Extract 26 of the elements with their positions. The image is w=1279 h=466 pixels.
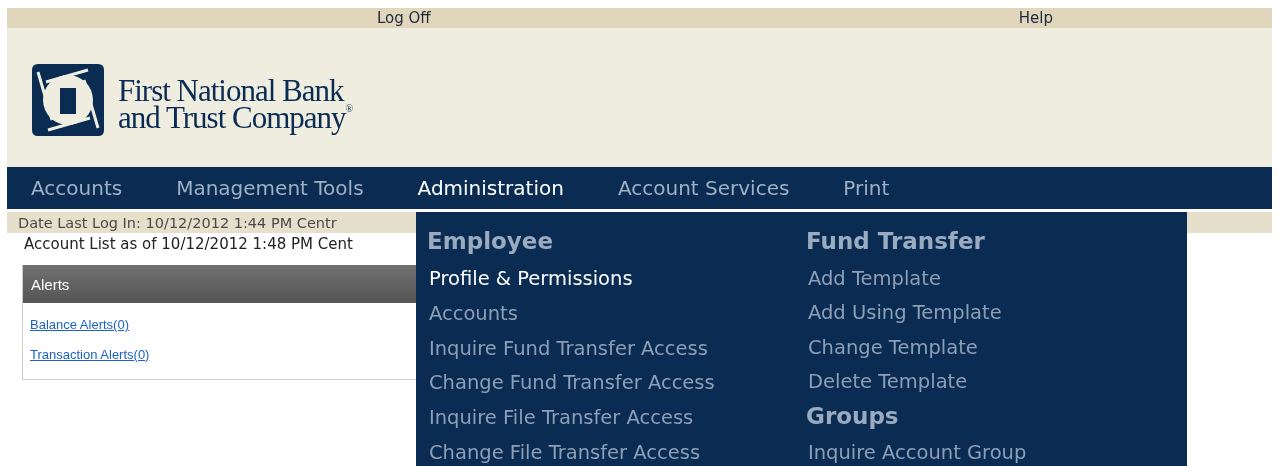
alert-link[interactable]: Transaction Alerts(0) bbox=[30, 346, 150, 362]
nav-tab[interactable]: Management Tools bbox=[176, 176, 364, 200]
logo-icon bbox=[30, 61, 106, 138]
menu-item[interactable]: Change Template bbox=[806, 331, 978, 367]
menu-item[interactable]: Inquire File Transfer Access bbox=[427, 402, 694, 438]
top-link[interactable]: Log Off bbox=[377, 9, 431, 27]
top-link[interactable]: Help bbox=[1018, 9, 1053, 27]
menu-item[interactable]: Profile & Permissions bbox=[427, 262, 633, 298]
last-login-text: Date Last Log In: 10/12/2012 1:44 PM Centr bbox=[18, 214, 337, 231]
menu-item[interactable]: Change File Transfer Access bbox=[427, 437, 701, 466]
nav-tab[interactable]: Administration bbox=[417, 176, 564, 200]
menu-item[interactable]: Add Using Template bbox=[806, 297, 1002, 332]
menu-item[interactable]: Change Fund Transfer Access bbox=[427, 367, 715, 403]
menu-item[interactable]: Accounts bbox=[427, 297, 518, 333]
menu-item[interactable]: Inquire Account Group bbox=[806, 437, 1027, 466]
menu-item[interactable]: Add Template bbox=[806, 262, 941, 298]
account-list-text: Account List as of 10/12/2012 1:48 PM Cent bbox=[24, 235, 353, 253]
menu-item[interactable]: Inquire Fund Transfer Access bbox=[427, 332, 708, 368]
nav-tab[interactable]: Accounts bbox=[31, 176, 123, 200]
nav-tab[interactable]: Print bbox=[843, 176, 890, 200]
menu-heading: Employee bbox=[427, 227, 554, 256]
menu-heading: Groups bbox=[806, 401, 899, 431]
menu-heading: Fund Transfer bbox=[806, 227, 985, 256]
nav-tab[interactable]: Account Services bbox=[617, 176, 790, 200]
alert-link[interactable]: Balance Alerts(0) bbox=[30, 316, 129, 332]
menu-item[interactable]: Delete Template bbox=[806, 366, 968, 401]
